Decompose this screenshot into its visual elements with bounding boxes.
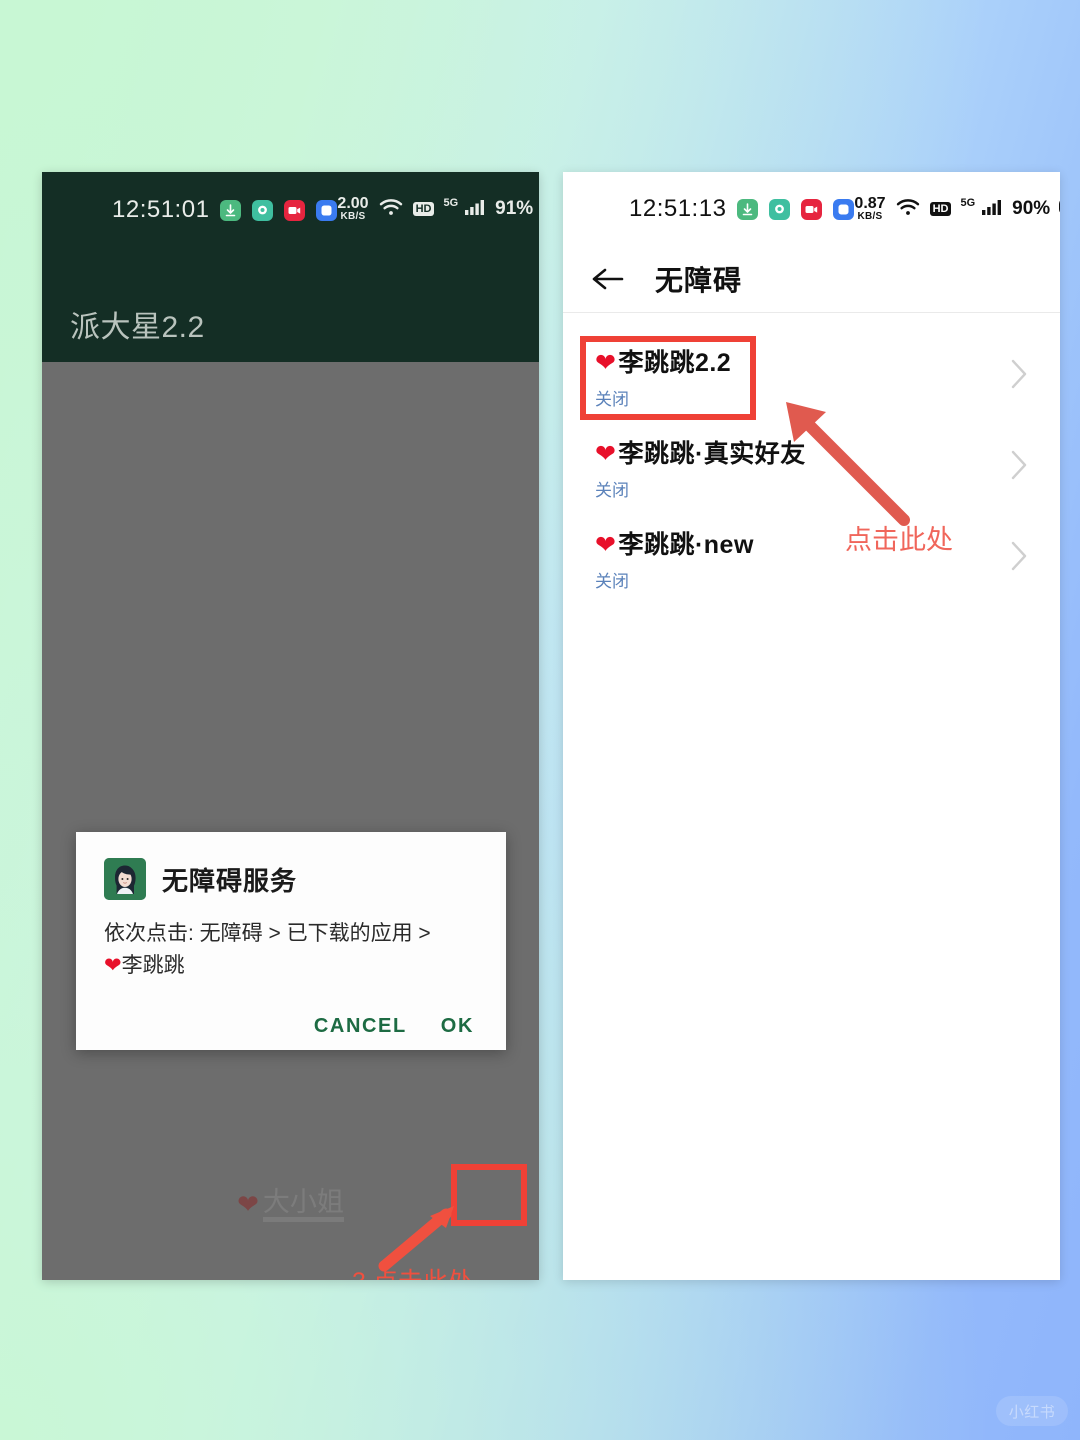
heart-icon: ❤ (595, 440, 617, 468)
chevron-right-icon (1008, 357, 1030, 396)
heart-icon: ❤ (104, 953, 122, 977)
video-icon (284, 199, 306, 221)
battery-percent: 91% (495, 198, 534, 219)
accessibility-service-dialog: 无障碍服务 依次点击: 无障碍 > 已下载的应用 > ❤李跳跳 CANCEL O… (76, 832, 506, 1050)
right-status-bar: 12:51:13 0.87 KB/S HD 5G 90% (563, 172, 1060, 246)
download-icon (737, 198, 759, 220)
back-arrow-icon[interactable] (591, 262, 625, 296)
network-type-label: 5G (960, 197, 976, 209)
network-speed: 2.00 KB/S (337, 196, 368, 222)
signal-bars-icon (981, 198, 1003, 221)
watermark-text: 大小姐 (262, 1187, 344, 1222)
signal-bars-icon (464, 198, 486, 221)
left-watermark: ❤ 大小姐 (42, 1187, 539, 1222)
dialog-header: 无障碍服务 (104, 858, 478, 900)
right-annotation-text: 点击此处 (845, 525, 953, 555)
wifi-icon (378, 197, 404, 222)
right-status-bar-right: 0.87 KB/S HD 5G 90% (854, 196, 1060, 222)
wifi-icon (895, 197, 921, 222)
right-status-bar-left: 12:51:13 (629, 195, 855, 223)
left-status-bar-left: 12:51:01 (112, 196, 338, 224)
network-speed-unit: KB/S (857, 211, 883, 222)
list-item-status: 关闭 (595, 572, 629, 591)
ok-button[interactable]: OK (441, 1015, 474, 1038)
network-type-label: 5G (443, 197, 459, 209)
hd-badge: HD (412, 201, 435, 217)
chat-icon (769, 198, 791, 220)
left-app-bar: 派大星2.2 (42, 302, 539, 362)
battery-percent: 90% (1012, 198, 1051, 219)
heart-icon: ❤ (595, 531, 617, 559)
dialog-message: 依次点击: 无障碍 > 已下载的应用 > ❤李跳跳 (104, 918, 478, 981)
hd-badge: HD (929, 201, 952, 217)
chevron-right-icon (1008, 448, 1030, 487)
left-status-bar: 12:51:01 2.00 KB/S HD 5G 91% (42, 172, 539, 302)
left-status-bar-right: 2.00 KB/S HD 5G 91% (337, 196, 539, 222)
app-title: 派大星2.2 (70, 311, 205, 344)
list-item-title: 李跳跳2.2 (618, 349, 732, 377)
left-annotation-text: 3.点击此处 (352, 1262, 473, 1280)
network-speed-unit: KB/S (340, 211, 366, 222)
heart-icon: ❤ (595, 349, 617, 377)
chevron-right-icon (1008, 539, 1030, 578)
chat-icon (252, 199, 274, 221)
list-item-title-row: ❤ 李跳跳2.2 (595, 343, 1008, 379)
network-speed: 0.87 KB/S (854, 196, 885, 222)
right-annotation-arrow-icon (786, 402, 910, 526)
dialog-title: 无障碍服务 (162, 865, 298, 896)
battery-icon (1059, 197, 1060, 221)
list-item-title: 李跳跳·new (618, 531, 754, 559)
network-speed-value: 0.87 (854, 195, 886, 212)
video-icon (801, 198, 823, 220)
status-time: 12:51:01 (112, 196, 210, 223)
corner-watermark: 小红书 (996, 1396, 1068, 1426)
dialog-message-line2: 李跳跳 (121, 953, 185, 977)
app-icon (833, 198, 855, 220)
page-title: 无障碍 (655, 265, 743, 296)
left-phone-screenshot: 12:51:01 2.00 KB/S HD 5G 91% 派大星2.2 无障碍服… (42, 172, 539, 1280)
dialog-message-line1: 依次点击: 无障碍 > 已下载的应用 > (104, 922, 431, 945)
app-icon (316, 199, 338, 221)
cancel-button[interactable]: CANCEL (314, 1015, 407, 1038)
status-time: 12:51:13 (629, 195, 727, 222)
network-speed-value: 2.00 (337, 195, 369, 212)
girl-avatar-icon (104, 858, 146, 900)
download-icon (220, 199, 242, 221)
left-phone-body: 无障碍服务 依次点击: 无障碍 > 已下载的应用 > ❤李跳跳 CANCEL O… (42, 362, 539, 1280)
heart-icon: ❤ (237, 1189, 259, 1220)
right-app-bar: 无障碍 (563, 246, 1060, 312)
right-phone-screenshot: 12:51:13 0.87 KB/S HD 5G 90% 无障碍 ❤ 李跳跳2.… (563, 172, 1060, 1280)
dialog-actions: CANCEL OK (104, 1015, 478, 1038)
